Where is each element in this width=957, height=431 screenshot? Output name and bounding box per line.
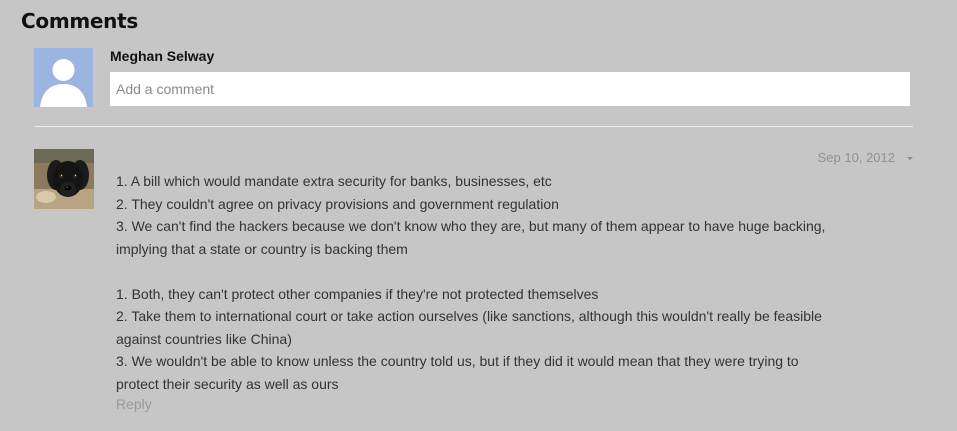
comments-heading: Comments	[21, 9, 138, 33]
comment-text: 1. A bill which would mandate extra secu…	[116, 170, 906, 395]
comment-line: 3. We wouldn't be able to know unless th…	[116, 353, 799, 369]
comment-line: 1. Both, they can't protect other compan…	[116, 285, 599, 302]
add-comment-input[interactable]	[110, 72, 910, 106]
comment-line: 3. We can't find the hackers because we …	[116, 218, 826, 234]
comment-line: 2. Take them to international court or t…	[116, 308, 822, 324]
comment-line: against countries like China)	[116, 330, 292, 347]
default-user-avatar-icon	[34, 48, 93, 107]
comment-line: 1. A bill which would mandate extra secu…	[116, 173, 552, 189]
comment-line: protect their security as well as ours	[116, 375, 339, 392]
comment-line: 2. They couldn't agree on privacy provis…	[116, 195, 559, 212]
divider	[34, 126, 913, 127]
reply-link[interactable]: Reply	[116, 396, 152, 412]
current-user-name: Meghan Selway	[110, 48, 215, 64]
black-dog-avatar-photo	[34, 149, 94, 209]
caret-down-icon[interactable]	[904, 152, 916, 164]
comment-line: implying that a state or country is back…	[116, 240, 408, 257]
comment-date: Sep 10, 2012	[817, 150, 895, 165]
